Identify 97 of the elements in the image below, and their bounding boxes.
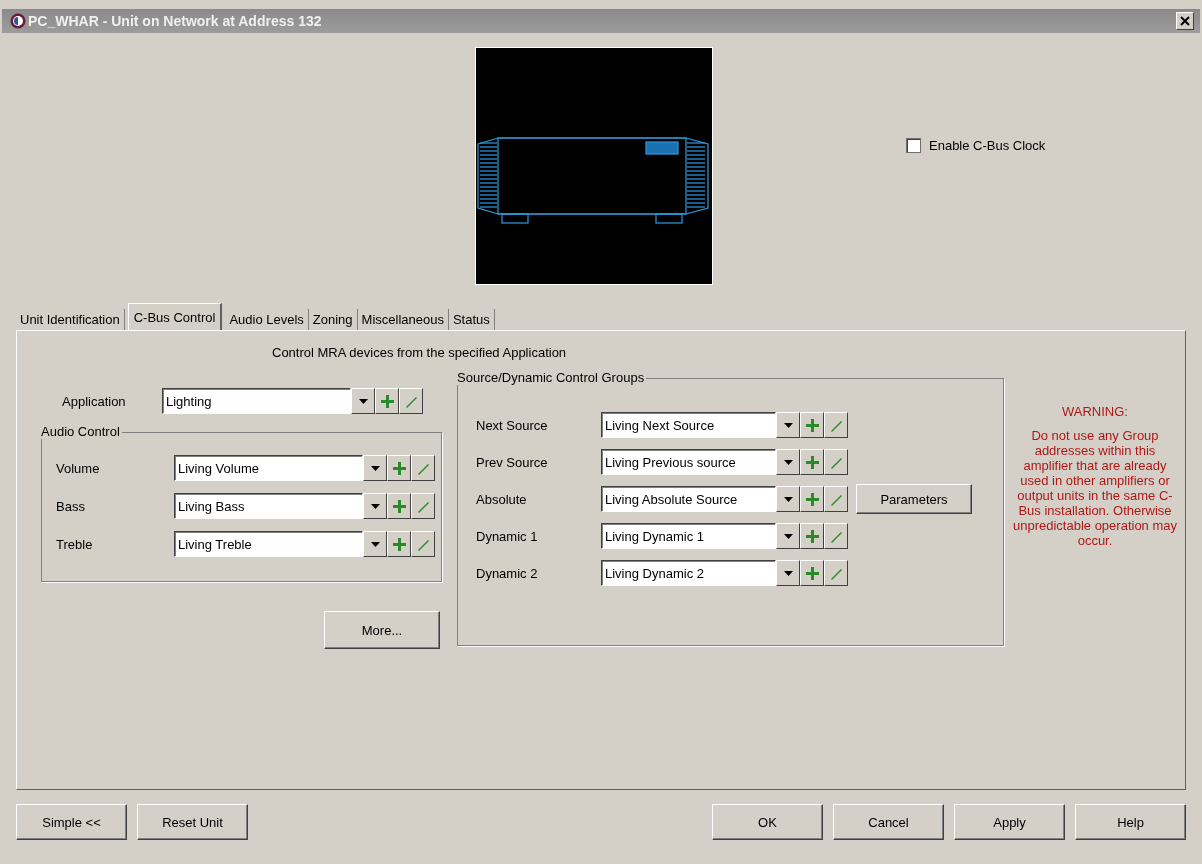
- add-button[interactable]: [800, 523, 824, 549]
- pencil-icon: [404, 394, 418, 408]
- add-button[interactable]: [800, 560, 824, 586]
- plus-icon: [805, 529, 819, 543]
- edit-button[interactable]: [824, 486, 848, 512]
- dialog-button[interactable]: Help: [1075, 804, 1186, 840]
- more-button[interactable]: More...: [324, 611, 440, 649]
- combo-field[interactable]: Living Bass: [174, 493, 363, 519]
- field-label: Dynamic 1: [475, 528, 539, 544]
- caret-icon: [783, 570, 793, 576]
- field-label: Treble: [55, 536, 94, 552]
- window-title: PC_WHAR - Unit on Network at Address 132: [28, 13, 323, 29]
- field-label: Prev Source: [475, 454, 549, 470]
- plus-icon: [380, 394, 394, 408]
- combo-field[interactable]: Living Treble: [174, 531, 363, 557]
- edit-button[interactable]: [411, 455, 435, 481]
- dropdown-button[interactable]: [776, 449, 800, 475]
- tab[interactable]: Status: [448, 309, 495, 330]
- tab[interactable]: Zoning: [308, 309, 358, 330]
- dialog-button[interactable]: Cancel: [833, 804, 944, 840]
- dialog-button[interactable]: Reset Unit: [137, 804, 248, 840]
- pencil-icon: [829, 566, 843, 580]
- edit-button[interactable]: [411, 531, 435, 557]
- caret-icon: [783, 496, 793, 502]
- close-icon: [1180, 16, 1190, 26]
- field-label: Next Source: [475, 417, 549, 433]
- plus-icon: [805, 566, 819, 580]
- field-label: Bass: [55, 498, 86, 514]
- plus-icon: [805, 418, 819, 432]
- checkbox[interactable]: [906, 138, 921, 153]
- add-button[interactable]: [387, 531, 411, 557]
- pencil-icon: [829, 418, 843, 432]
- plus-icon: [392, 499, 406, 513]
- tab[interactable]: Miscellaneous: [357, 309, 449, 330]
- close-button[interactable]: [1176, 12, 1194, 30]
- edit-button[interactable]: [824, 523, 848, 549]
- caret-icon: [783, 422, 793, 428]
- field-label: Application: [61, 393, 127, 409]
- add-button[interactable]: [800, 449, 824, 475]
- edit-button[interactable]: [399, 388, 423, 414]
- dropdown-button[interactable]: [776, 523, 800, 549]
- add-button[interactable]: [800, 412, 824, 438]
- caret-icon: [783, 533, 793, 539]
- caret-icon: [783, 459, 793, 465]
- dropdown-button[interactable]: [776, 560, 800, 586]
- pencil-icon: [416, 499, 430, 513]
- add-button[interactable]: [800, 486, 824, 512]
- combo-field[interactable]: Living Volume: [174, 455, 363, 481]
- edit-button[interactable]: [411, 493, 435, 519]
- app-icon: [10, 13, 26, 29]
- add-button[interactable]: [387, 455, 411, 481]
- pencil-icon: [829, 529, 843, 543]
- pencil-icon: [829, 455, 843, 469]
- dropdown-button[interactable]: [776, 412, 800, 438]
- combo-field[interactable]: Living Previous source: [601, 449, 776, 475]
- combo-field[interactable]: Living Absolute Source: [601, 486, 776, 512]
- dropdown-button[interactable]: [363, 531, 387, 557]
- dialog-button[interactable]: OK: [712, 804, 823, 840]
- tab[interactable]: C-Bus Control: [127, 303, 223, 330]
- pencil-icon: [416, 537, 430, 551]
- edit-button[interactable]: [824, 412, 848, 438]
- caret-icon: [358, 398, 368, 404]
- plus-icon: [805, 455, 819, 469]
- plus-icon: [392, 461, 406, 475]
- combo-field[interactable]: Living Dynamic 2: [601, 560, 776, 586]
- add-button[interactable]: [375, 388, 399, 414]
- dropdown-button[interactable]: [363, 455, 387, 481]
- pencil-icon: [416, 461, 430, 475]
- add-button[interactable]: [387, 493, 411, 519]
- group-title: Audio Control: [41, 424, 122, 439]
- edit-button[interactable]: [824, 560, 848, 586]
- warning-title: WARNING:: [1061, 404, 1129, 419]
- dropdown-button[interactable]: [363, 493, 387, 519]
- tab[interactable]: Audio Levels: [225, 309, 309, 330]
- field-label: Absolute: [475, 491, 528, 507]
- plus-icon: [805, 492, 819, 506]
- dropdown-button[interactable]: [776, 486, 800, 512]
- tab[interactable]: Unit Identification: [16, 309, 125, 330]
- caret-icon: [370, 465, 380, 471]
- parameters-button[interactable]: Parameters: [856, 484, 972, 514]
- caret-icon: [370, 541, 380, 547]
- field-label: Volume: [55, 460, 101, 476]
- warning-text: Do not use any Group addresses within this amplifier that are already used in other amplifiers or output units in the same C-Bus installation. Otherwise unpredictable operation may occur.: [1011, 428, 1179, 548]
- caret-icon: [370, 503, 380, 509]
- plus-icon: [392, 537, 406, 551]
- field-label: Dynamic 2: [475, 565, 539, 581]
- dropdown-button[interactable]: [351, 388, 375, 414]
- combo-field[interactable]: Living Next Source: [601, 412, 776, 438]
- group-title: Source/Dynamic Control Groups: [457, 370, 647, 385]
- combo-field[interactable]: Living Dynamic 1: [601, 523, 776, 549]
- pencil-icon: [829, 492, 843, 506]
- edit-button[interactable]: [824, 449, 848, 475]
- dialog-button[interactable]: Simple <<: [16, 804, 127, 840]
- checkbox-label: Enable C-Bus Clock: [929, 138, 1046, 153]
- combo-field[interactable]: Lighting: [162, 388, 351, 414]
- dialog-button[interactable]: Apply: [954, 804, 1065, 840]
- panel-heading: Control MRA devices from the specified Application: [271, 344, 568, 362]
